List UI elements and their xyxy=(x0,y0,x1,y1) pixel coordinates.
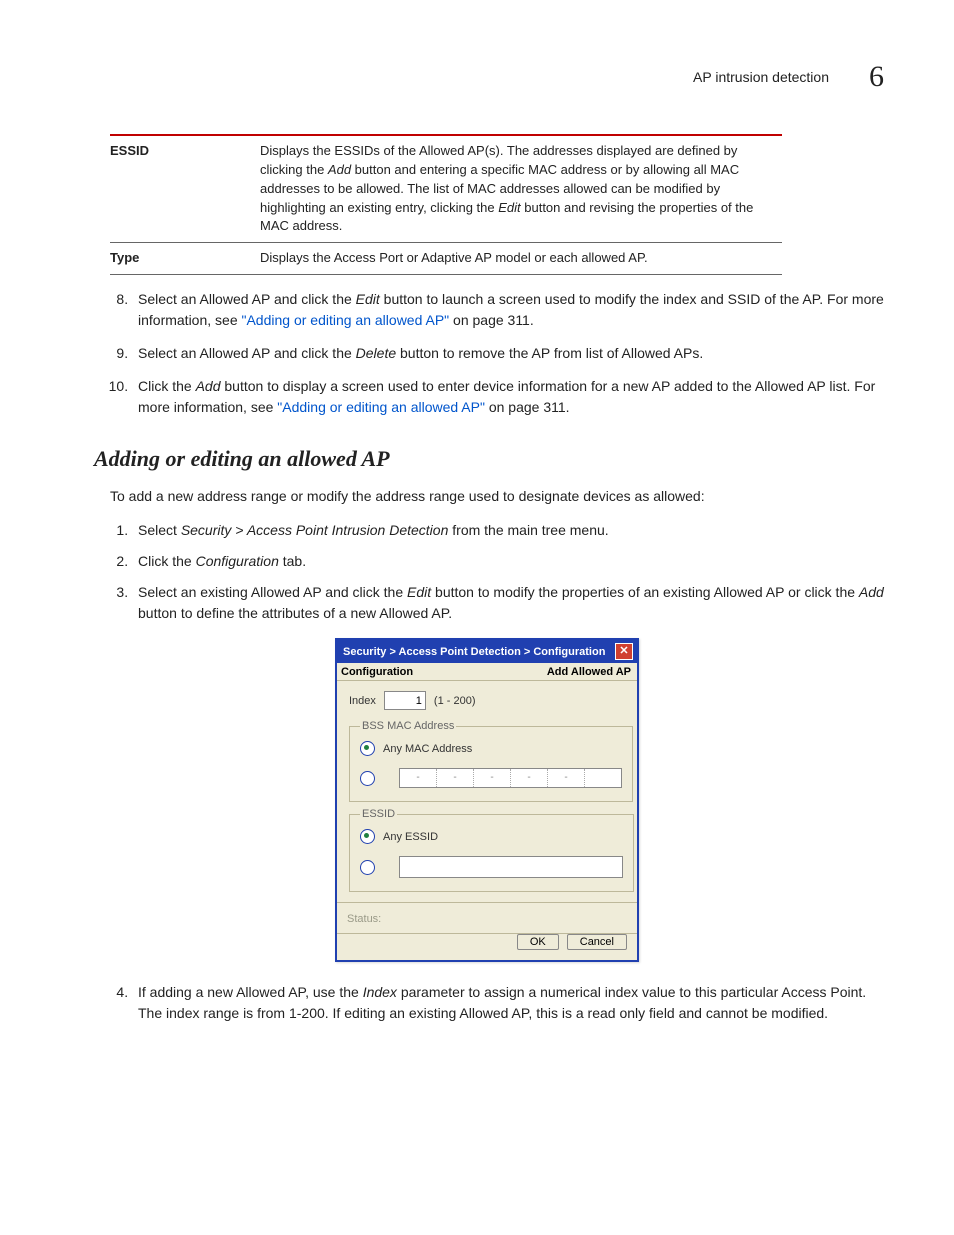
close-icon[interactable]: ✕ xyxy=(615,643,633,660)
list-item: Select an existing Allowed AP and click … xyxy=(132,582,884,624)
list-item: Select an Allowed AP and click the Edit … xyxy=(132,289,884,331)
numbered-steps-upper: Select an Allowed AP and click the Edit … xyxy=(110,289,884,418)
list-item: Click the Add button to display a screen… xyxy=(132,376,884,418)
mac-address-input[interactable]: ----- xyxy=(399,768,622,788)
essid-legend: ESSID xyxy=(360,808,397,820)
bss-mac-fieldset: BSS MAC Address Any MAC Address ----- xyxy=(349,720,633,802)
radio-any-essid[interactable] xyxy=(360,829,375,844)
cancel-button[interactable]: Cancel xyxy=(567,934,627,950)
any-mac-label: Any MAC Address xyxy=(383,743,472,755)
param-desc-type: Displays the Access Port or Adaptive AP … xyxy=(260,243,782,274)
parameter-table: ESSID Displays the ESSIDs of the Allowed… xyxy=(110,134,782,275)
param-desc-essid: Displays the ESSIDs of the Allowed AP(s)… xyxy=(260,136,782,243)
xref-link[interactable]: "Adding or editing an allowed AP" xyxy=(242,312,450,328)
document-page: AP intrusion detection 6 ESSID Displays … xyxy=(0,0,954,1235)
list-item: Click the Configuration tab. xyxy=(132,551,884,572)
chapter-number: 6 xyxy=(869,60,884,94)
header-title: AP intrusion detection xyxy=(693,69,829,85)
list-item: Select Security > Access Point Intrusion… xyxy=(132,520,884,541)
index-range-hint: (1 - 200) xyxy=(434,695,476,707)
index-row: Index (1 - 200) xyxy=(349,691,627,710)
list-item: If adding a new Allowed AP, use the Inde… xyxy=(132,982,884,1024)
radio-specific-essid[interactable] xyxy=(360,860,375,875)
add-allowed-ap-label: Add Allowed AP xyxy=(547,666,631,678)
dialog-title: Security > Access Point Detection > Conf… xyxy=(343,646,605,658)
table-row: ESSID Displays the ESSIDs of the Allowed… xyxy=(110,136,782,243)
list-item: Select an Allowed AP and click the Delet… xyxy=(132,343,884,364)
essid-fieldset: ESSID Any ESSID xyxy=(349,808,634,892)
xref-link[interactable]: "Adding or editing an allowed AP" xyxy=(277,399,485,415)
dialog-titlebar: Security > Access Point Detection > Conf… xyxy=(337,640,637,663)
bss-mac-legend: BSS MAC Address xyxy=(360,720,456,732)
any-essid-label: Any ESSID xyxy=(383,831,438,843)
index-input[interactable] xyxy=(384,691,426,710)
page-header: AP intrusion detection 6 xyxy=(90,60,884,94)
param-label-type: Type xyxy=(110,243,260,274)
ok-button[interactable]: OK xyxy=(517,934,559,950)
dialog-figure: Security > Access Point Detection > Conf… xyxy=(90,638,884,962)
essid-input[interactable] xyxy=(399,856,623,878)
add-allowed-ap-dialog: Security > Access Point Detection > Conf… xyxy=(335,638,639,962)
dialog-subheader: Configuration Add Allowed AP xyxy=(337,663,637,680)
param-label-essid: ESSID xyxy=(110,136,260,243)
config-label: Configuration xyxy=(341,666,413,678)
index-label: Index xyxy=(349,695,376,707)
section-heading: Adding or editing an allowed AP xyxy=(94,446,884,472)
table-row: Type Displays the Access Port or Adaptiv… xyxy=(110,243,782,274)
radio-any-mac[interactable] xyxy=(360,741,375,756)
intro-paragraph: To add a new address range or modify the… xyxy=(110,486,874,506)
radio-specific-mac[interactable] xyxy=(360,771,375,786)
status-label: Status: xyxy=(337,903,637,933)
numbered-steps-lower: Select Security > Access Point Intrusion… xyxy=(110,520,884,624)
numbered-steps-after-dialog: If adding a new Allowed AP, use the Inde… xyxy=(110,982,884,1024)
